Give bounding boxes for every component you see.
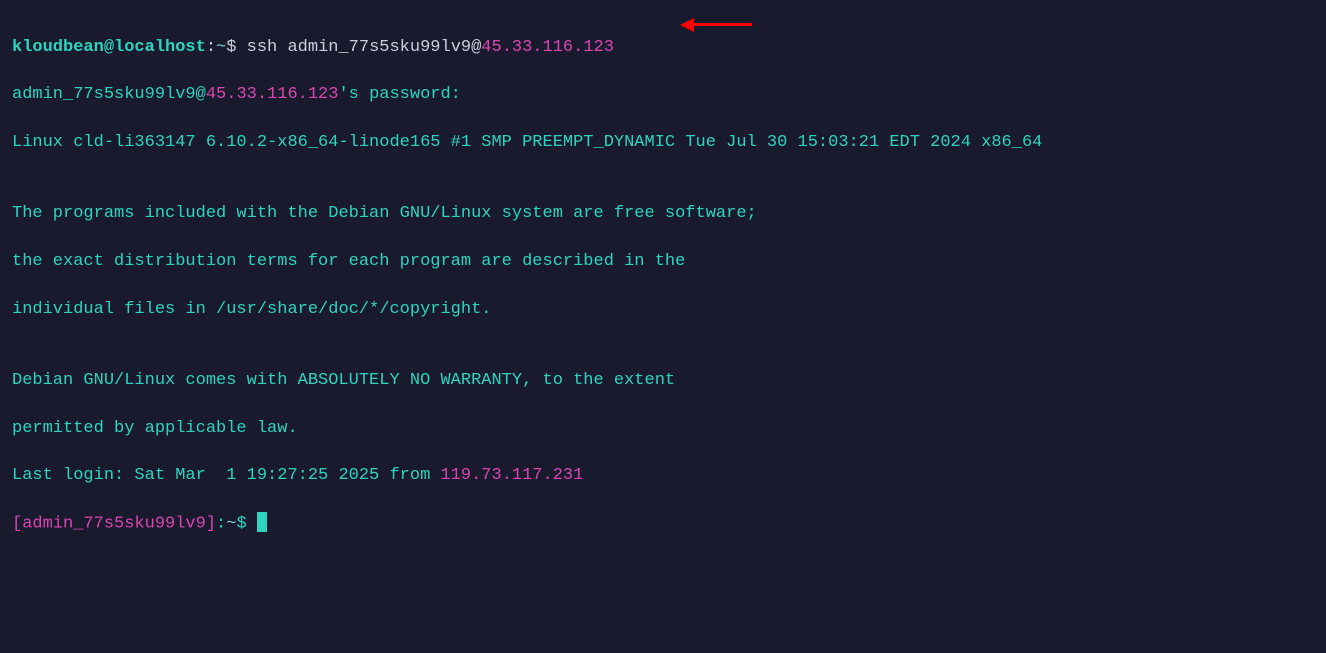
dollar: $ — [226, 38, 236, 57]
prompt-line-2[interactable]: [admin_77s5sku99lv9]:~$ — [12, 512, 1314, 536]
prompt-colon: : — [216, 514, 226, 533]
last-login-text: Last login: Sat Mar 1 19:27:25 2025 from — [12, 466, 440, 485]
password-line: admin_77s5sku99lv9@45.33.116.123's passw… — [12, 83, 1314, 107]
motd-line-1: The programs included with the Debian GN… — [12, 202, 1314, 226]
prompt-user: admin_77s5sku99lv9 — [22, 514, 206, 533]
annotation-arrow-icon — [680, 14, 752, 38]
password-text: 's password: — [338, 85, 460, 104]
last-login-line: Last login: Sat Mar 1 19:27:25 2025 from… — [12, 464, 1314, 488]
cursor-icon — [257, 512, 267, 532]
prompt-path: ~ — [226, 514, 236, 533]
motd-line-4: Debian GNU/Linux comes with ABSOLUTELY N… — [12, 369, 1314, 393]
linux-version: Linux cld-li363147 6.10.2-x86_64-linode1… — [12, 131, 1314, 155]
motd-line-2: the exact distribution terms for each pr… — [12, 250, 1314, 274]
path: ~ — [216, 38, 226, 57]
colon: : — [206, 38, 216, 57]
ssh-command: ssh admin_77s5sku99lv9@ — [236, 38, 481, 57]
terminal-output[interactable]: kloudbean@localhost:~$ ssh admin_77s5sku… — [12, 12, 1314, 560]
user-host: kloudbean@localhost — [12, 38, 206, 57]
password-user: admin_77s5sku99lv9@ — [12, 85, 206, 104]
password-ip: 45.33.116.123 — [206, 85, 339, 104]
bracket-open: [ — [12, 514, 22, 533]
motd-line-3: individual files in /usr/share/doc/*/cop… — [12, 298, 1314, 322]
last-login-ip: 119.73.117.231 — [440, 466, 583, 485]
ssh-ip: 45.33.116.123 — [481, 38, 614, 57]
bracket-close: ] — [206, 514, 216, 533]
prompt-line-1: kloudbean@localhost:~$ ssh admin_77s5sku… — [12, 36, 1314, 60]
motd-line-5: permitted by applicable law. — [12, 417, 1314, 441]
prompt-dollar: $ — [236, 514, 256, 533]
